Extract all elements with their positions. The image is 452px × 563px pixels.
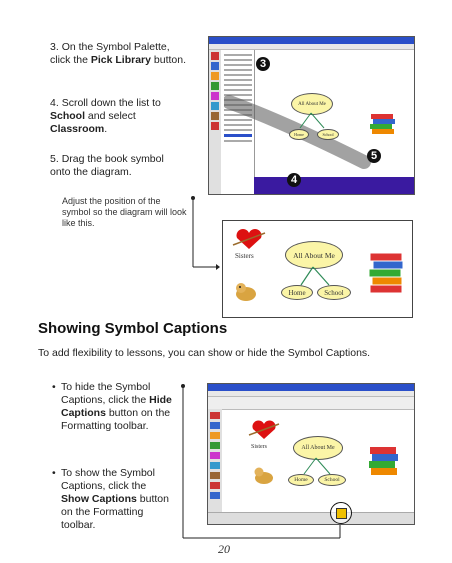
hide-captions-bullet: To hide the Symbol Captions, click the H…: [52, 381, 176, 433]
step-5: 5. Drag the book symbol onto the diagram…: [50, 153, 164, 178]
heart-arrow-symbol: [232, 229, 266, 249]
note-connector: [191, 196, 220, 270]
mini-arrows: [299, 112, 325, 129]
books-symbol-2: [369, 447, 398, 475]
symbol-palette-2: [208, 409, 222, 512]
sisters-label-2: Sisters: [251, 444, 268, 450]
symbol-toolbar: [208, 397, 414, 410]
heart-arrow-symbol-2: [248, 420, 280, 439]
mini-school-oval: School: [317, 129, 339, 140]
books-symbol: [370, 114, 395, 134]
adjust-note: Adjust the position of the symbol so the…: [62, 196, 187, 228]
sisters-label: Sisters: [235, 252, 254, 260]
school-oval-2: School: [318, 474, 346, 486]
step-4: 4. Scroll down the list to School and se…: [50, 97, 161, 135]
result-diagram: Sisters All About Me Home School: [222, 220, 413, 318]
books-symbol-large: [368, 252, 404, 294]
home-oval-2: Home: [288, 474, 314, 486]
dog-symbol: [236, 283, 256, 301]
mini-home-oval: Home: [289, 129, 309, 140]
link-arrows-2: [303, 457, 331, 475]
section-title: Showing Symbol Captions: [38, 320, 228, 337]
callout-4: 4: [287, 173, 301, 187]
window-title-bar: [209, 37, 414, 44]
screenshot-captions: Sisters All About Me Home School: [207, 383, 415, 525]
show-hide-captions-button[interactable]: [330, 502, 352, 524]
callout-5: 5: [367, 149, 381, 163]
page-number: 20: [218, 542, 230, 556]
show-captions-bullet: To show the Symbol Captions, click the S…: [52, 467, 176, 532]
screenshot-pick-library: All About Me Home School 3 4 5: [208, 36, 415, 195]
section-intro: To add flexibility to lessons, you can s…: [38, 347, 371, 359]
symbol-panel: [254, 177, 414, 194]
center-oval: All About Me: [285, 241, 343, 269]
callout-3: 3: [256, 57, 270, 71]
dog-symbol-2: [254, 467, 273, 484]
window-title-bar-2: [208, 384, 414, 391]
link-arrows: [300, 266, 330, 286]
formatting-toolbar: [208, 512, 414, 524]
symbol-palette: [209, 50, 221, 194]
step-3: 3. On the Symbol Palette, click the Pick…: [50, 41, 187, 66]
